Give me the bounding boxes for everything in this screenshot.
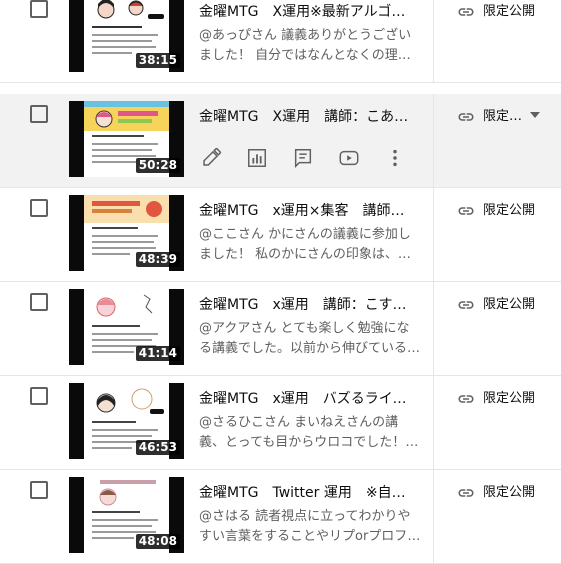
video-duration: 48:39 — [135, 252, 180, 267]
video-duration: 38:15 — [135, 53, 180, 68]
visibility-label: 限定公開 — [483, 297, 536, 312]
video-title[interactable]: 金曜MTG x運用 講師：こすちゃ… — [199, 295, 417, 315]
video-thumbnail[interactable]: 41:14 — [69, 289, 184, 365]
video-row[interactable]: 41:14 金曜MTG x運用 講師：こすちゃ… @アクアさん とても楽しく勉強… — [0, 282, 561, 376]
video-row[interactable]: 50:28 金曜MTG X運用 講師：こあたんさ… 限定… — [0, 94, 561, 188]
video-title[interactable]: 金曜MTG x運用×集客 講師：かに… — [199, 201, 417, 221]
column-divider — [433, 94, 434, 188]
thumbnail-banner — [84, 289, 169, 321]
select-checkbox[interactable] — [30, 293, 48, 311]
video-row[interactable]: 46:53 金曜MTG x運用 バズるライティン… @さるひこさん まいねえさん… — [0, 376, 561, 470]
visibility-status[interactable]: 限定公開 — [457, 201, 535, 221]
select-checkbox[interactable] — [30, 387, 48, 405]
visibility-label: 限定公開 — [483, 4, 536, 19]
link-icon — [458, 8, 474, 16]
select-checkbox[interactable] — [30, 481, 48, 499]
video-thumbnail[interactable]: 48:39 — [69, 195, 184, 271]
video-title[interactable]: 金曜MTG Twitter 運用 ※自己開示… — [199, 483, 417, 503]
thumbnail-banner — [84, 195, 169, 223]
visibility-label: 限定公開 — [483, 391, 536, 406]
video-duration: 50:28 — [135, 158, 180, 173]
column-divider — [433, 0, 434, 83]
link-icon — [458, 489, 474, 497]
visibility-label: 限定公開 — [483, 203, 536, 218]
thumbnail-banner — [84, 101, 169, 131]
video-duration: 48:08 — [135, 534, 180, 549]
link-icon — [458, 395, 474, 403]
video-title[interactable]: 金曜MTG X運用 講師：こあたんさ… — [199, 107, 417, 127]
visibility-status[interactable]: 限定公開 — [457, 2, 535, 22]
video-thumbnail[interactable]: 48:08 — [69, 477, 184, 553]
comments-icon[interactable] — [291, 146, 315, 170]
video-description: @アクアさん とても楽しく勉強になる講義でした。以前から伸びているアカウン… — [199, 321, 421, 356]
video-title[interactable]: 金曜MTG X運用※最新アルゴリズム… — [199, 2, 417, 22]
video-description: @あっぴさん 議義ありがとうございました！ 自分ではなんとなくの理解になって… — [199, 28, 412, 63]
select-checkbox[interactable] — [30, 0, 48, 18]
video-row[interactable]: 48:08 金曜MTG Twitter 運用 ※自己開示… @さはる 読者視点に… — [0, 470, 561, 564]
visibility-label: 限定… — [483, 109, 523, 124]
video-thumbnail[interactable]: 46:53 — [69, 383, 184, 459]
thumbnail-banner — [84, 383, 169, 417]
video-thumbnail[interactable]: 50:28 — [69, 101, 184, 177]
link-icon — [458, 301, 474, 309]
youtube-play-icon[interactable] — [337, 146, 361, 170]
column-divider — [433, 282, 434, 376]
link-icon — [458, 113, 474, 121]
video-duration: 41:14 — [135, 346, 180, 361]
video-row[interactable]: 38:15 金曜MTG X運用※最新アルゴリズム… @あっぴさん 議義ありがとう… — [0, 0, 561, 83]
video-list: 38:15 金曜MTG X運用※最新アルゴリズム… @あっぴさん 議義ありがとう… — [0, 0, 561, 564]
more-options-icon[interactable] — [383, 146, 407, 170]
select-checkbox[interactable] — [30, 199, 48, 217]
video-thumbnail[interactable]: 38:15 — [69, 0, 184, 72]
visibility-status[interactable]: 限定… — [457, 107, 522, 127]
video-row[interactable]: 48:39 金曜MTG x運用×集客 講師：かに… @ここさん かにさんの議義に… — [0, 188, 561, 282]
edit-icon[interactable] — [199, 146, 223, 170]
video-description: @さはる 読者視点に立ってわかりやすい言葉をすることやリプorプロフ誘導の使… — [199, 509, 421, 544]
row-action-toolbar — [199, 146, 429, 170]
column-divider — [433, 188, 434, 282]
visibility-status[interactable]: 限定公開 — [457, 389, 535, 409]
video-title[interactable]: 金曜MTG x運用 バズるライティン… — [199, 389, 417, 409]
video-description: @ここさん かにさんの議義に参加しました！ 私のかにさんの印象は、フォロワー… — [199, 227, 411, 262]
video-description: @さるひこさん まいねえさんの講義、とっても目からウロコでした！ 学生のころ… — [199, 415, 406, 450]
column-divider — [433, 470, 434, 564]
column-divider — [433, 376, 434, 470]
visibility-status[interactable]: 限定公開 — [457, 295, 535, 315]
visibility-dropdown-arrow[interactable] — [529, 109, 541, 121]
thumbnail-banner — [84, 0, 169, 22]
visibility-status[interactable]: 限定公開 — [457, 483, 535, 503]
link-icon — [458, 207, 474, 215]
visibility-label: 限定公開 — [483, 485, 536, 500]
select-checkbox[interactable] — [30, 105, 48, 123]
thumbnail-banner — [84, 477, 169, 507]
video-duration: 46:53 — [135, 440, 180, 455]
analytics-icon[interactable] — [245, 146, 269, 170]
